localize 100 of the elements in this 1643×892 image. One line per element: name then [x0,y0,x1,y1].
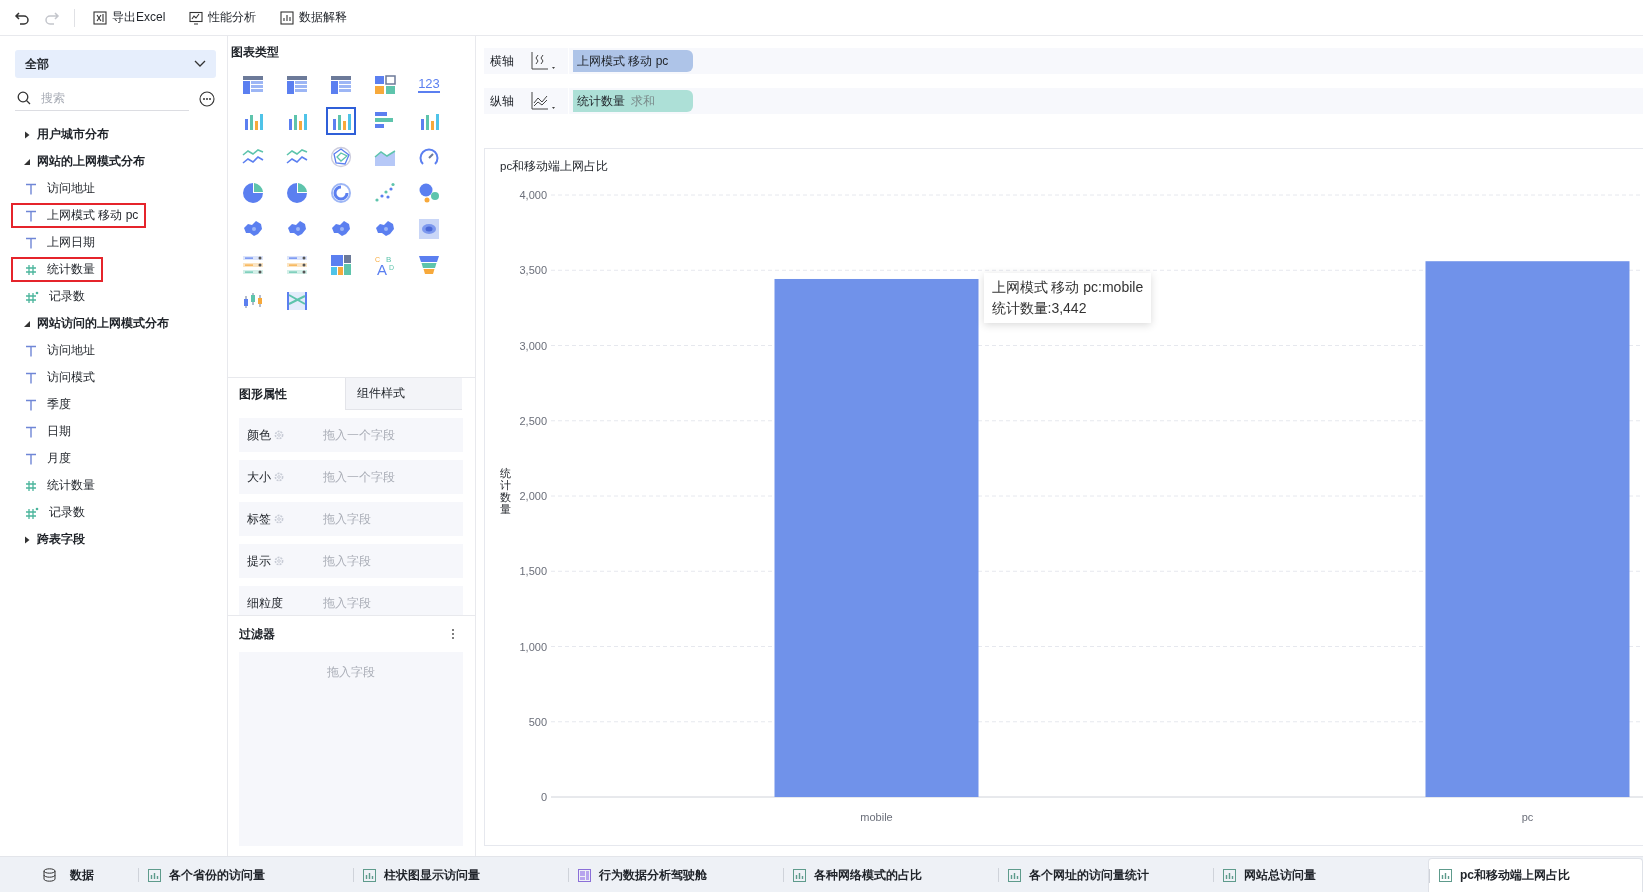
drop-hint: 拖入字段 [323,594,372,612]
search-field[interactable]: 搜索 [39,90,163,106]
x-axis-icon[interactable] [530,51,556,71]
drop-hint: 拖入字段 [323,552,372,570]
blocks-icon [374,74,396,96]
field-pill[interactable]: 上网模式 移动 pc [573,50,693,72]
property-tab[interactable]: 图形属性 [228,378,345,410]
chart-type-button[interactable] [326,107,356,135]
report-icon [280,10,295,25]
tooltip-line: 上网模式 移动 pc:mobile [991,277,1144,297]
radar-chart-icon [330,146,352,168]
drop-zone[interactable]: 大小 拖入一个字段 [239,460,463,494]
field-item[interactable]: 统计数量 [11,473,103,498]
sheet-tab[interactable]: 柱状图显示访问量 [353,858,568,892]
field-item[interactable]: 访问模式 [11,365,103,390]
table-icon [286,74,308,96]
field-pill[interactable]: 统计数量 求和 [573,90,693,112]
section-title: 图表类型 [231,44,280,61]
text-field-icon [25,398,37,411]
drop-zone[interactable]: 颜色 拖入一个字段 [239,418,463,452]
explain-button[interactable]: 数据解释 [276,5,352,30]
bar-chart-icon [363,868,376,882]
field-item[interactable]: 上网模式 移动 pc [11,203,147,228]
property-label: 标签 [247,510,271,528]
table-icon [330,74,352,96]
caret-icon [23,535,31,544]
scope-dropdown[interactable]: 全部 [15,50,216,78]
bar-chart-icon [1008,868,1021,882]
text-field-icon [25,236,37,249]
table-icon [242,74,264,96]
property-label: 提示 [247,552,271,570]
property-label: 细粒度 [247,594,283,612]
field-item[interactable]: 上网日期 [11,230,103,255]
funnel-icon [418,254,440,276]
section-title: 过滤器 [239,625,275,643]
sheet-tab[interactable]: pc和移动端上网占比 [1428,858,1643,892]
more-icon[interactable] [199,90,215,107]
pie-chart-icon [242,182,264,204]
tree-group[interactable]: 网站访问的上网模式分布 [15,310,215,337]
axis-label: 横轴 [490,52,515,70]
tree-group[interactable]: 网站的上网模式分布 [15,148,215,175]
sheet-tab[interactable]: 网站总访问量 [1213,858,1428,892]
tick-label: 4,000 [519,189,547,201]
axis-title: 统计数量 [500,467,511,516]
bar-chart-icon [793,868,806,882]
spreadsheet-icon [93,10,107,25]
field-item[interactable]: 日期 [11,419,79,444]
chart-type-button[interactable]: 123 [414,71,444,99]
sankey-icon [286,290,308,312]
text-field-icon [25,182,37,195]
property-label: 大小 [247,468,271,486]
dashboard-icon [578,868,591,882]
text-field-icon [25,209,37,222]
drop-zone[interactable]: 标签 拖入字段 [239,502,463,536]
heatmap-icon [418,218,440,240]
chart-title: pc和移动端上网占比 [499,159,610,174]
undo-icon [14,9,30,26]
sheet-tab[interactable]: 各种网络模式的占比 [783,858,998,892]
field-item[interactable]: 访问地址 [11,338,103,363]
field-item[interactable]: 统计数量 [11,257,103,282]
caret-icon [23,130,31,139]
analysis-button[interactable]: 性能分析 [185,5,261,30]
donut-chart-icon [330,182,352,204]
property-label: 颜色 [247,426,271,444]
treemap-icon [330,254,352,276]
ranked-list-icon [286,254,308,276]
pulse-chart-icon [189,10,204,25]
category-label: mobile [860,811,893,823]
sheet-tab[interactable]: 行为数据分析驾驶舱 [568,858,783,892]
tree-group[interactable]: 跨表字段 [15,526,215,553]
hash-star-icon [25,290,39,303]
drop-zone[interactable]: 提示 拖入字段 [239,544,463,578]
hash-icon [25,479,37,492]
y-axis-icon[interactable] [530,91,556,111]
sheet-tab[interactable]: 各个省份的访问量 [138,858,353,892]
field-item[interactable]: 记录数 [11,500,93,525]
bar-chart-icon [148,868,161,882]
hash-star-icon [25,506,39,519]
field-item[interactable]: 季度 [11,392,79,417]
field-item[interactable]: 月度 [11,446,79,471]
drop-hint: 拖入字段 [323,510,372,528]
category-label: pc [1521,811,1534,823]
pie-chart-icon [286,182,308,204]
bar-chart-icon [1223,868,1236,882]
property-tab[interactable]: 组件样式 [345,378,462,410]
tree-group[interactable]: 用户城市分布 [15,121,215,148]
tooltip-line: 统计数量:3,442 [991,298,1088,318]
sheet-tab[interactable]: 数据 [0,858,138,892]
sheet-tab[interactable]: 各个网址的访问量统计 [998,858,1213,892]
drop-zone[interactable]: 细粒度 拖入字段 [239,586,463,615]
text-field-icon [25,452,37,465]
field-item[interactable]: 访问地址 [11,176,103,201]
chevron-down-icon [194,60,206,68]
caret-icon [23,319,31,328]
export-button[interactable]: 导出Excel [89,5,170,30]
scatter-icon [374,182,396,204]
drop-hint: 拖入一个字段 [323,426,396,444]
bubble-icon [418,182,440,204]
drop-hint: 拖入一个字段 [323,468,396,486]
field-item[interactable]: 记录数 [11,284,93,309]
